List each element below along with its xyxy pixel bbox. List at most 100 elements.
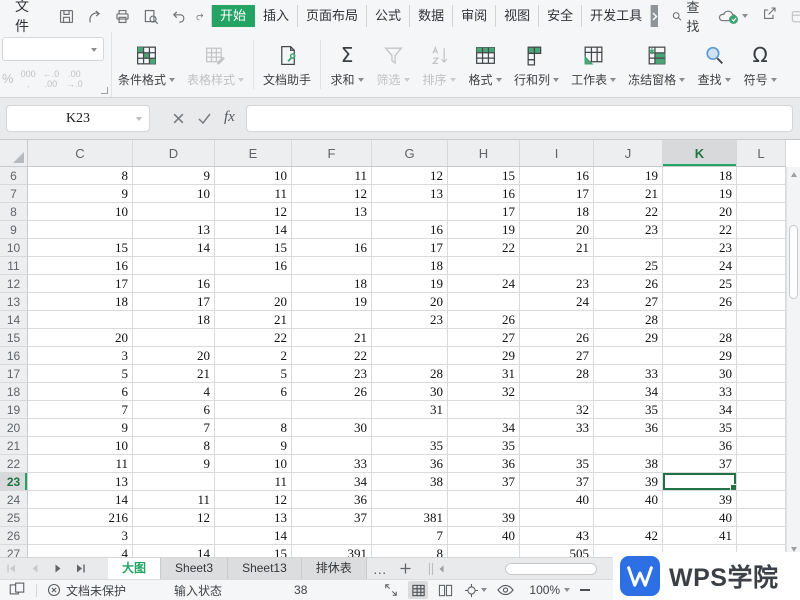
cell-C18[interactable]: 6 [28, 383, 133, 401]
column-header-E[interactable]: E [215, 140, 292, 166]
cell-E27[interactable]: 15 [215, 545, 292, 557]
cell-I8[interactable]: 18 [520, 203, 594, 221]
sheet-tab[interactable]: Sheet3 [161, 558, 228, 579]
cell-I13[interactable]: 24 [520, 293, 594, 311]
cell-F25[interactable]: 37 [292, 509, 372, 527]
cell-L7[interactable] [737, 185, 786, 203]
cell-H6[interactable]: 15 [448, 167, 520, 185]
cell-L25[interactable] [737, 509, 786, 527]
cell-K24[interactable]: 39 [663, 491, 737, 509]
sheet-tab[interactable]: Sheet13 [228, 558, 302, 579]
column-header-C[interactable]: C [28, 140, 133, 166]
cell-F8[interactable]: 13 [292, 203, 372, 221]
cell-L26[interactable] [737, 527, 786, 545]
column-header-L[interactable]: L [737, 140, 786, 166]
cell-E18[interactable]: 6 [215, 383, 292, 401]
cell-E14[interactable]: 21 [215, 311, 292, 329]
cell-D9[interactable]: 13 [133, 221, 215, 239]
first-sheet-button[interactable] [0, 558, 23, 579]
row-header-9[interactable]: 9 [0, 221, 28, 239]
row-header-16[interactable]: 16 [0, 347, 28, 365]
row-header-21[interactable]: 21 [0, 437, 28, 455]
cell-G26[interactable]: 7 [372, 527, 448, 545]
cell-D19[interactable]: 6 [133, 401, 215, 419]
cell-J11[interactable]: 25 [594, 257, 663, 275]
last-sheet-button[interactable] [69, 558, 92, 579]
group-expand-icon[interactable] [101, 87, 108, 94]
cell-D6[interactable]: 9 [133, 167, 215, 185]
cell-D16[interactable]: 20 [133, 347, 215, 365]
zoom-out-button[interactable] [580, 589, 590, 591]
cell-I19[interactable]: 32 [520, 401, 594, 419]
row-header-17[interactable]: 17 [0, 365, 28, 383]
more-tabs-button[interactable] [651, 5, 658, 27]
menu-tab[interactable]: 开始 [212, 5, 255, 27]
cell-D22[interactable]: 9 [133, 455, 215, 473]
cell-L14[interactable] [737, 311, 786, 329]
cell-K7[interactable]: 19 [663, 185, 737, 203]
cell-H23[interactable]: 37 [448, 473, 520, 491]
cell-K9[interactable]: 22 [663, 221, 737, 239]
cell-C7[interactable]: 9 [28, 185, 133, 203]
cell-E8[interactable]: 12 [215, 203, 292, 221]
cell-I6[interactable]: 16 [520, 167, 594, 185]
cell-E19[interactable] [215, 401, 292, 419]
fx-icon[interactable]: fx [224, 109, 235, 126]
conditional-format-button[interactable]: 条件格式 [112, 34, 181, 95]
cell-H8[interactable]: 17 [448, 203, 520, 221]
cell-I25[interactable] [520, 509, 594, 527]
cell-G14[interactable]: 23 [372, 311, 448, 329]
cell-D11[interactable] [133, 257, 215, 275]
cell-C23[interactable]: 13 [28, 473, 133, 491]
select-all-corner[interactable] [0, 140, 28, 166]
cell-L11[interactable] [737, 257, 786, 275]
cell-G17[interactable]: 28 [372, 365, 448, 383]
cell-J9[interactable]: 23 [594, 221, 663, 239]
cell-F15[interactable]: 21 [292, 329, 372, 347]
cell-G15[interactable] [372, 329, 448, 347]
cell-D7[interactable]: 10 [133, 185, 215, 203]
increase-decimal-icon[interactable]: .00 →.0 [66, 69, 83, 89]
cell-L22[interactable] [737, 455, 786, 473]
cell-G6[interactable]: 12 [372, 167, 448, 185]
percent-icon[interactable]: % [2, 69, 14, 89]
vertical-scrollbar[interactable] [786, 167, 800, 557]
cell-G27[interactable]: 8 [372, 545, 448, 557]
cell-G18[interactable]: 30 [372, 383, 448, 401]
cell-H22[interactable]: 36 [448, 455, 520, 473]
cell-J22[interactable]: 38 [594, 455, 663, 473]
cell-F24[interactable]: 36 [292, 491, 372, 509]
cell-F13[interactable]: 19 [292, 293, 372, 311]
cell-K6[interactable]: 18 [663, 167, 737, 185]
find-button[interactable]: 查找 [672, 0, 704, 35]
cell-C20[interactable]: 9 [28, 419, 133, 437]
cell-J8[interactable]: 22 [594, 203, 663, 221]
cell-E22[interactable]: 10 [215, 455, 292, 473]
cell-I14[interactable] [520, 311, 594, 329]
sheet-tab[interactable]: 大图 [108, 558, 161, 579]
horizontal-scroll-thumb[interactable] [505, 563, 597, 575]
cell-H7[interactable]: 16 [448, 185, 520, 203]
cell-D10[interactable]: 14 [133, 239, 215, 257]
cell-H25[interactable]: 39 [448, 509, 520, 527]
row-header-20[interactable]: 20 [0, 419, 28, 437]
cell-I22[interactable]: 35 [520, 455, 594, 473]
cell-I12[interactable]: 23 [520, 275, 594, 293]
cell-G21[interactable]: 35 [372, 437, 448, 455]
cell-F20[interactable]: 30 [292, 419, 372, 437]
cell-L18[interactable] [737, 383, 786, 401]
decrease-decimal-icon[interactable]: ←.0 .00 [43, 69, 60, 89]
cell-F10[interactable]: 16 [292, 239, 372, 257]
cell-F21[interactable] [292, 437, 372, 455]
cell-H24[interactable] [448, 491, 520, 509]
cell-I26[interactable]: 43 [520, 527, 594, 545]
cell-K22[interactable]: 37 [663, 455, 737, 473]
column-header-D[interactable]: D [133, 140, 215, 166]
row-header-19[interactable]: 19 [0, 401, 28, 419]
confirm-button[interactable] [197, 112, 212, 130]
cell-J13[interactable]: 27 [594, 293, 663, 311]
column-header-F[interactable]: F [292, 140, 372, 166]
cell-G8[interactable] [372, 203, 448, 221]
cell-F9[interactable] [292, 221, 372, 239]
filter-button[interactable]: 筛选 [370, 34, 416, 95]
